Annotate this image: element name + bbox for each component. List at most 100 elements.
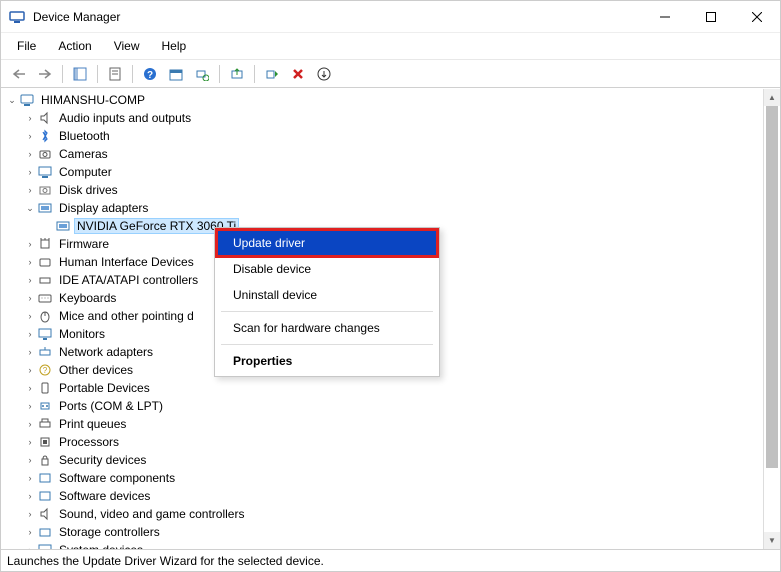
software-icon <box>37 488 53 504</box>
toolbar-separator <box>219 65 220 83</box>
update-driver-button[interactable] <box>225 63 249 85</box>
ide-icon <box>37 272 53 288</box>
uninstall-device-button[interactable] <box>286 63 310 85</box>
sound-icon <box>37 506 53 522</box>
category-label: System devices <box>57 543 145 549</box>
menu-uninstall-device[interactable]: Uninstall device <box>217 282 437 308</box>
category-printq[interactable]: › Print queues <box>1 415 763 433</box>
category-soundvg[interactable]: ›Sound, video and game controllers <box>1 505 763 523</box>
category-label: Software devices <box>57 489 152 503</box>
expand-icon[interactable]: › <box>23 489 37 503</box>
security-icon <box>37 452 53 468</box>
category-swdev[interactable]: › Software devices <box>1 487 763 505</box>
menu-view[interactable]: View <box>104 35 150 57</box>
expand-icon[interactable]: › <box>23 345 37 359</box>
category-label: Display adapters <box>57 201 150 215</box>
category-audio[interactable]: ›Audio inputs and outputs <box>1 109 763 127</box>
portable-icon <box>37 380 53 396</box>
menu-update-driver[interactable]: Update driver <box>217 230 437 256</box>
expand-icon[interactable]: › <box>23 327 37 341</box>
category-storage[interactable]: › Storage controllers <box>1 523 763 541</box>
category-label: Keyboards <box>57 291 118 305</box>
category-sysdev[interactable]: › System devices <box>1 541 763 549</box>
category-cameras[interactable]: ›Cameras <box>1 145 763 163</box>
expand-icon[interactable]: › <box>23 111 37 125</box>
expand-icon[interactable]: › <box>23 147 37 161</box>
expand-icon[interactable]: › <box>23 507 37 521</box>
category-display[interactable]: ⌄ Display adapters <box>1 199 763 217</box>
collapse-icon[interactable]: ⌄ <box>5 93 19 107</box>
category-label: Other devices <box>57 363 135 377</box>
category-swcomp[interactable]: ›Software components <box>1 469 763 487</box>
menu-help[interactable]: Help <box>152 35 197 57</box>
category-label: Print queues <box>57 417 128 431</box>
expand-icon[interactable]: › <box>23 309 37 323</box>
category-label: Computer <box>57 165 114 179</box>
expand-icon[interactable]: › <box>23 471 37 485</box>
window-title: Device Manager <box>33 10 642 24</box>
category-computer[interactable]: › Computer <box>1 163 763 181</box>
action-button[interactable] <box>164 63 188 85</box>
display-adapter-icon <box>37 200 53 216</box>
category-label: Disk drives <box>57 183 120 197</box>
close-button[interactable] <box>734 1 780 33</box>
expand-icon[interactable]: › <box>23 381 37 395</box>
expand-icon[interactable]: › <box>23 399 37 413</box>
expand-icon[interactable]: › <box>23 543 37 549</box>
scroll-up-button[interactable]: ▲ <box>764 89 780 106</box>
expand-icon[interactable]: › <box>23 183 37 197</box>
vertical-scrollbar[interactable]: ▲ ▼ <box>763 89 780 549</box>
network-icon <box>37 344 53 360</box>
software-icon <box>37 470 53 486</box>
expand-icon[interactable]: › <box>23 165 37 179</box>
system-icon <box>37 542 53 549</box>
expand-icon[interactable]: › <box>23 237 37 251</box>
category-ports[interactable]: ›Ports (COM & LPT) <box>1 397 763 415</box>
show-hide-tree-button[interactable] <box>68 63 92 85</box>
category-processors[interactable]: ›Processors <box>1 433 763 451</box>
category-security[interactable]: › Security devices <box>1 451 763 469</box>
add-legacy-hardware-button[interactable] <box>312 63 336 85</box>
category-label: Firmware <box>57 237 111 251</box>
scrollbar-thumb[interactable] <box>764 106 780 532</box>
expand-icon[interactable]: › <box>23 129 37 143</box>
category-portable[interactable]: ›Portable Devices <box>1 379 763 397</box>
scroll-down-button[interactable]: ▼ <box>764 532 780 549</box>
category-disk[interactable]: › Disk drives <box>1 181 763 199</box>
category-bluetooth[interactable]: ›Bluetooth <box>1 127 763 145</box>
forward-button[interactable] <box>33 63 57 85</box>
menu-properties[interactable]: Properties <box>217 348 437 374</box>
root-node[interactable]: ⌄ HIMANSHU-COMP <box>1 91 763 109</box>
expand-icon[interactable]: › <box>23 273 37 287</box>
computer-icon <box>19 92 35 108</box>
minimize-button[interactable] <box>642 1 688 33</box>
expand-icon[interactable]: › <box>23 255 37 269</box>
expand-icon[interactable]: › <box>23 525 37 539</box>
toolbar: ? <box>1 60 780 88</box>
back-button[interactable] <box>7 63 31 85</box>
collapse-icon[interactable]: ⌄ <box>23 201 37 215</box>
statusbar: Launches the Update Driver Wizard for th… <box>1 549 780 571</box>
scan-hardware-button[interactable] <box>190 63 214 85</box>
disable-device-button[interactable] <box>260 63 284 85</box>
expand-icon[interactable]: › <box>23 453 37 467</box>
menu-action[interactable]: Action <box>48 35 101 57</box>
toolbar-separator <box>254 65 255 83</box>
bluetooth-icon <box>37 128 53 144</box>
category-label: Security devices <box>57 453 148 467</box>
menu-disable-device[interactable]: Disable device <box>217 256 437 282</box>
properties-button[interactable] <box>103 63 127 85</box>
menu-scan-hardware[interactable]: Scan for hardware changes <box>217 315 437 341</box>
category-label: Storage controllers <box>57 525 162 539</box>
root-label: HIMANSHU-COMP <box>39 93 147 107</box>
category-label: IDE ATA/ATAPI controllers <box>57 273 200 287</box>
maximize-button[interactable] <box>688 1 734 33</box>
expand-icon[interactable]: › <box>23 291 37 305</box>
expand-icon[interactable]: › <box>23 435 37 449</box>
expand-icon[interactable]: › <box>23 417 37 431</box>
menu-separator <box>221 344 433 345</box>
expand-icon[interactable]: › <box>23 363 37 377</box>
help-button[interactable]: ? <box>138 63 162 85</box>
menu-file[interactable]: File <box>7 35 46 57</box>
statusbar-text: Launches the Update Driver Wizard for th… <box>7 554 324 568</box>
